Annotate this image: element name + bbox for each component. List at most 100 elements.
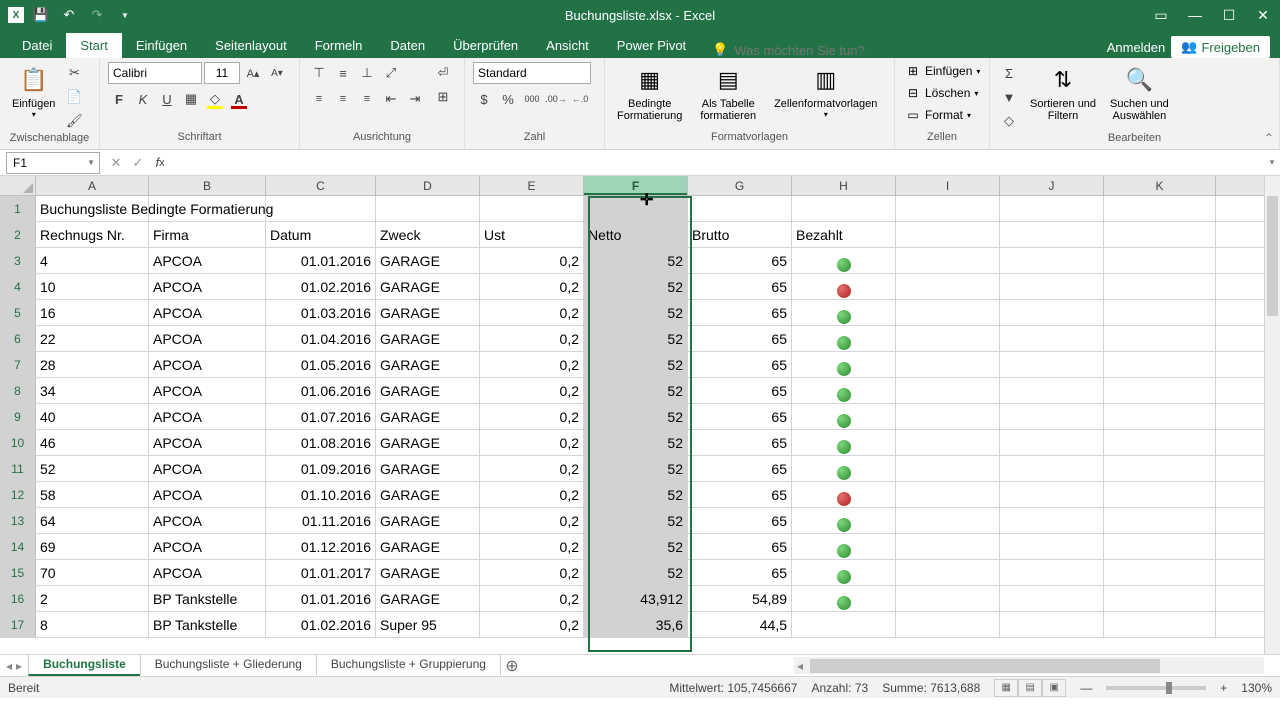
cell-F12[interactable]: 52 bbox=[584, 482, 688, 507]
cell-C17[interactable]: 01.02.2016 bbox=[266, 612, 376, 637]
cell-A10[interactable]: 46 bbox=[36, 430, 149, 455]
cell-C13[interactable]: 01.11.2016 bbox=[266, 508, 376, 533]
cell-A6[interactable]: 22 bbox=[36, 326, 149, 351]
tell-me-input[interactable] bbox=[734, 43, 914, 58]
cell-H10[interactable] bbox=[792, 430, 896, 455]
cell-H12[interactable] bbox=[792, 482, 896, 507]
cell-I3[interactable] bbox=[896, 248, 1000, 273]
cell-H2[interactable]: Bezahlt bbox=[792, 222, 896, 247]
cell-J11[interactable] bbox=[1000, 456, 1104, 481]
fill-color-button[interactable]: ◇ bbox=[204, 88, 226, 110]
cell-G12[interactable]: 65 bbox=[688, 482, 792, 507]
row-header-8[interactable]: 8 bbox=[0, 378, 36, 403]
cell-A11[interactable]: 52 bbox=[36, 456, 149, 481]
cell-A9[interactable]: 40 bbox=[36, 404, 149, 429]
row-header-9[interactable]: 9 bbox=[0, 404, 36, 429]
align-center-button[interactable]: ≡ bbox=[332, 88, 354, 110]
column-header-D[interactable]: D bbox=[376, 176, 480, 195]
cell-F5[interactable]: 52 bbox=[584, 300, 688, 325]
cell-J16[interactable] bbox=[1000, 586, 1104, 611]
cell-G7[interactable]: 65 bbox=[688, 352, 792, 377]
font-color-button[interactable]: A bbox=[228, 88, 250, 110]
sheet-tab-2[interactable]: Buchungsliste + Gliederung bbox=[140, 655, 317, 676]
row-header-12[interactable]: 12 bbox=[0, 482, 36, 507]
cell-G14[interactable]: 65 bbox=[688, 534, 792, 559]
cell-K4[interactable] bbox=[1104, 274, 1216, 299]
tab-page-layout[interactable]: Seitenlayout bbox=[201, 33, 301, 58]
scroll-left-button[interactable]: ◂ bbox=[794, 659, 806, 673]
cell-D2[interactable]: Zweck bbox=[376, 222, 480, 247]
cell-D15[interactable]: GARAGE bbox=[376, 560, 480, 585]
row-header-2[interactable]: 2 bbox=[0, 222, 36, 247]
cell-D17[interactable]: Super 95 bbox=[376, 612, 480, 637]
cell-D10[interactable]: GARAGE bbox=[376, 430, 480, 455]
cell-E4[interactable]: 0,2 bbox=[480, 274, 584, 299]
paste-button[interactable]: 📋 Einfügen ▾ bbox=[8, 62, 59, 121]
insert-cells-button[interactable]: ⊞Einfügen▾ bbox=[903, 62, 982, 80]
align-bottom-button[interactable]: ⊥ bbox=[356, 62, 378, 84]
column-header-K[interactable]: K bbox=[1104, 176, 1216, 195]
cell-H4[interactable] bbox=[792, 274, 896, 299]
cell-D8[interactable]: GARAGE bbox=[376, 378, 480, 403]
cut-button[interactable]: ✂ bbox=[63, 62, 85, 84]
column-header-B[interactable]: B bbox=[149, 176, 266, 195]
cell-J15[interactable] bbox=[1000, 560, 1104, 585]
clear-button[interactable]: ◇ bbox=[998, 110, 1020, 132]
cell-G15[interactable]: 65 bbox=[688, 560, 792, 585]
cell-C2[interactable]: Datum bbox=[266, 222, 376, 247]
sort-filter-button[interactable]: ⇅ Sortieren und Filtern bbox=[1026, 62, 1100, 124]
align-middle-button[interactable]: ≡ bbox=[332, 62, 354, 84]
cell-B10[interactable]: APCOA bbox=[149, 430, 266, 455]
cell-C14[interactable]: 01.12.2016 bbox=[266, 534, 376, 559]
column-header-E[interactable]: E bbox=[480, 176, 584, 195]
cell-G10[interactable]: 65 bbox=[688, 430, 792, 455]
cell-B16[interactable]: BP Tankstelle bbox=[149, 586, 266, 611]
cell-G4[interactable]: 65 bbox=[688, 274, 792, 299]
select-all-button[interactable] bbox=[0, 176, 36, 195]
cell-E7[interactable]: 0,2 bbox=[480, 352, 584, 377]
row-header-3[interactable]: 3 bbox=[0, 248, 36, 273]
cell-E15[interactable]: 0,2 bbox=[480, 560, 584, 585]
cell-J1[interactable] bbox=[1000, 196, 1104, 221]
cell-F14[interactable]: 52 bbox=[584, 534, 688, 559]
cell-H15[interactable] bbox=[792, 560, 896, 585]
cell-C8[interactable]: 01.06.2016 bbox=[266, 378, 376, 403]
copy-button[interactable]: 📄 bbox=[63, 86, 85, 108]
row-header-16[interactable]: 16 bbox=[0, 586, 36, 611]
cell-E6[interactable]: 0,2 bbox=[480, 326, 584, 351]
conditional-formatting-button[interactable]: ▦ Bedingte Formatierung bbox=[613, 62, 686, 124]
cell-J17[interactable] bbox=[1000, 612, 1104, 637]
italic-button[interactable]: K bbox=[132, 88, 154, 110]
orientation-button[interactable]: ⤢ bbox=[380, 62, 402, 84]
cell-C10[interactable]: 01.08.2016 bbox=[266, 430, 376, 455]
cell-K2[interactable] bbox=[1104, 222, 1216, 247]
tab-powerpivot[interactable]: Power Pivot bbox=[603, 33, 700, 58]
cell-D4[interactable]: GARAGE bbox=[376, 274, 480, 299]
font-name-select[interactable] bbox=[108, 62, 202, 84]
cell-C1[interactable] bbox=[266, 196, 376, 221]
cell-C9[interactable]: 01.07.2016 bbox=[266, 404, 376, 429]
redo-button[interactable]: ↷ bbox=[86, 4, 108, 26]
zoom-level[interactable]: 130% bbox=[1241, 681, 1272, 695]
cell-B3[interactable]: APCOA bbox=[149, 248, 266, 273]
cell-E2[interactable]: Ust bbox=[480, 222, 584, 247]
cell-D16[interactable]: GARAGE bbox=[376, 586, 480, 611]
cell-C7[interactable]: 01.05.2016 bbox=[266, 352, 376, 377]
cell-K10[interactable] bbox=[1104, 430, 1216, 455]
cell-J9[interactable] bbox=[1000, 404, 1104, 429]
cell-A8[interactable]: 34 bbox=[36, 378, 149, 403]
tab-home[interactable]: Start bbox=[66, 33, 121, 58]
cell-K13[interactable] bbox=[1104, 508, 1216, 533]
cell-H16[interactable] bbox=[792, 586, 896, 611]
number-format-select[interactable] bbox=[473, 62, 591, 84]
row-header-5[interactable]: 5 bbox=[0, 300, 36, 325]
tab-review[interactable]: Überprüfen bbox=[439, 33, 532, 58]
comma-format-button[interactable]: 000 bbox=[521, 88, 543, 110]
tab-insert[interactable]: Einfügen bbox=[122, 33, 201, 58]
horizontal-scroll-thumb[interactable] bbox=[810, 659, 1160, 673]
cell-I16[interactable] bbox=[896, 586, 1000, 611]
increase-font-button[interactable]: A▴ bbox=[242, 62, 264, 84]
cancel-formula-button[interactable]: ✕ bbox=[106, 153, 126, 173]
column-header-I[interactable]: I bbox=[896, 176, 1000, 195]
cell-G17[interactable]: 44,5 bbox=[688, 612, 792, 637]
